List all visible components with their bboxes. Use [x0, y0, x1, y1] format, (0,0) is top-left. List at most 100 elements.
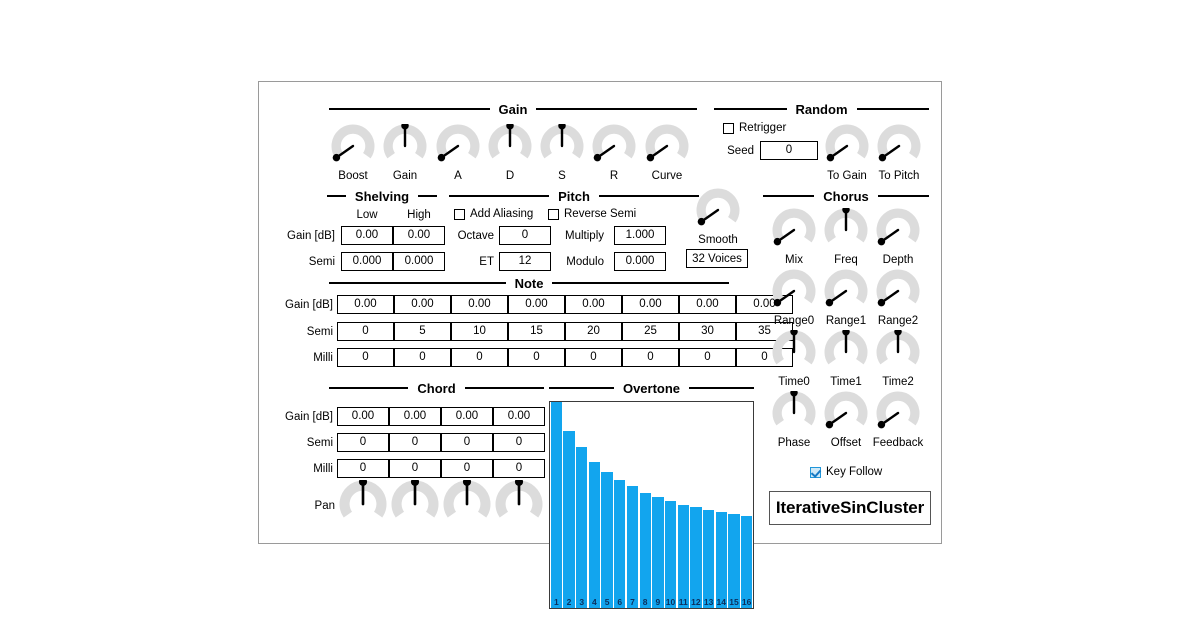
pitch-field-modulo[interactable]: 0.000 — [614, 252, 666, 271]
chord-field[interactable]: 0 — [441, 433, 493, 452]
chord-field[interactable]: 0.00 — [389, 407, 441, 426]
knob-dial-icon[interactable] — [331, 124, 375, 173]
voices-button[interactable]: 32 Voices — [686, 249, 748, 268]
overtone-bar-column[interactable]: 15 — [728, 402, 741, 608]
chord-field[interactable]: 0 — [493, 459, 545, 478]
knob-dial-icon[interactable] — [876, 269, 920, 318]
overtone-bar-column[interactable]: 12 — [690, 402, 703, 608]
chorus-knob-range2[interactable]: Range2 — [876, 269, 920, 331]
note-field[interactable]: 0.00 — [679, 295, 736, 314]
overtone-bar[interactable]: 13 — [702, 510, 715, 608]
chorus-knob-freq[interactable]: Freq — [824, 206, 868, 270]
overtone-bar-column[interactable]: 16 — [740, 402, 753, 608]
note-field[interactable]: 0.00 — [565, 295, 622, 314]
note-field[interactable]: 15 — [508, 322, 565, 341]
gain-knob-d[interactable]: D — [488, 122, 532, 186]
knob-dial-icon[interactable] — [391, 477, 439, 533]
note-field[interactable]: 0 — [451, 348, 508, 367]
chorus-knob-offset[interactable]: Offset — [824, 391, 868, 453]
knob-dial-icon[interactable] — [696, 188, 740, 237]
knob-dial-icon[interactable] — [436, 124, 480, 173]
overtone-bar[interactable]: 15 — [728, 514, 740, 608]
seed-input[interactable]: 0 — [760, 141, 818, 160]
note-field[interactable]: 30 — [679, 322, 736, 341]
note-field[interactable]: 0 — [337, 348, 394, 367]
knob-dial-icon[interactable] — [772, 208, 816, 257]
knob-dial-icon[interactable] — [824, 328, 868, 379]
chorus-knob-phase[interactable]: Phase — [772, 389, 816, 453]
shelving-field[interactable]: 0.000 — [393, 252, 445, 271]
chorus-knob-time2[interactable]: Time2 — [876, 328, 920, 392]
note-field[interactable]: 0.00 — [394, 295, 451, 314]
chord-field[interactable]: 0.00 — [337, 407, 389, 426]
overtone-bar[interactable]: 9 — [652, 496, 664, 608]
note-field[interactable]: 0 — [337, 322, 394, 341]
gain-knob-boost[interactable]: Boost — [331, 124, 375, 186]
overtone-bar[interactable]: 3 — [576, 447, 588, 608]
key-follow-checkbox-row[interactable]: Key Follow — [810, 466, 882, 478]
shelving-field[interactable]: 0.00 — [393, 226, 445, 245]
chord-field[interactable]: 0 — [337, 433, 389, 452]
chorus-knob-range1[interactable]: Range1 — [824, 269, 868, 331]
overtone-bar-column[interactable]: 1 — [550, 402, 563, 608]
overtone-bar-column[interactable]: 8 — [639, 402, 652, 608]
overtone-bar[interactable]: 2 — [563, 430, 575, 608]
add-aliasing-checkbox[interactable] — [454, 208, 465, 220]
gain-knob-gain[interactable]: Gain — [383, 122, 427, 186]
note-field[interactable]: 0.00 — [508, 295, 565, 314]
chord-field[interactable]: 0 — [389, 433, 441, 452]
knob-dial-icon[interactable] — [824, 391, 868, 440]
note-field[interactable]: 25 — [622, 322, 679, 341]
knob-dial-icon[interactable] — [876, 391, 920, 440]
chorus-knob-time1[interactable]: Time1 — [824, 328, 868, 392]
chord-field[interactable]: 0.00 — [493, 407, 545, 426]
gain-knob-a[interactable]: A — [436, 124, 480, 186]
gain-knob-r[interactable]: R — [592, 124, 636, 186]
chord-field[interactable]: 0 — [389, 459, 441, 478]
note-field[interactable]: 10 — [451, 322, 508, 341]
knob-dial-icon[interactable] — [877, 124, 921, 173]
note-field[interactable]: 0.00 — [337, 295, 394, 314]
overtone-bar[interactable]: 12 — [690, 507, 702, 608]
overtone-bar-column[interactable]: 13 — [702, 402, 715, 608]
add-aliasing-checkbox-row[interactable]: Add Aliasing — [454, 208, 533, 220]
knob-dial-icon[interactable] — [383, 122, 427, 173]
chorus-knob-mix[interactable]: Mix — [772, 208, 816, 270]
knob-dial-icon[interactable] — [488, 122, 532, 173]
chord-pan-knob-2[interactable] — [391, 477, 439, 546]
pitch-field-octave[interactable]: 0 — [499, 226, 551, 245]
overtone-bar[interactable]: 4 — [588, 461, 601, 608]
chorus-knob-time0[interactable]: Time0 — [772, 328, 816, 392]
overtone-bar[interactable]: 8 — [639, 492, 651, 608]
plugin-name-button[interactable]: IterativeSinCluster — [769, 491, 931, 525]
retrigger-checkbox-row[interactable]: Retrigger — [723, 122, 786, 134]
knob-dial-icon[interactable] — [876, 208, 920, 257]
overtone-bar-column[interactable]: 6 — [613, 402, 626, 608]
note-field[interactable]: 20 — [565, 322, 622, 341]
note-field[interactable]: 0 — [565, 348, 622, 367]
chorus-knob-depth[interactable]: Depth — [876, 208, 920, 270]
note-field[interactable]: 0.00 — [451, 295, 508, 314]
knob-dial-icon[interactable] — [495, 477, 543, 533]
knob-dial-icon[interactable] — [824, 206, 868, 257]
smooth-knob[interactable]: Smooth — [696, 188, 740, 250]
chorus-knob-feedback[interactable]: Feedback — [873, 391, 923, 453]
chord-field[interactable]: 0 — [493, 433, 545, 452]
overtone-bar[interactable]: 14 — [715, 512, 727, 608]
random-knob-to-gain[interactable]: To Gain — [825, 124, 869, 186]
chord-field[interactable]: 0 — [337, 459, 389, 478]
overtone-bar[interactable]: 1 — [550, 402, 562, 608]
knob-dial-icon[interactable] — [825, 124, 869, 173]
shelving-field[interactable]: 0.000 — [341, 252, 393, 271]
pitch-field-multiply[interactable]: 1.000 — [614, 226, 666, 245]
overtone-bar[interactable]: 6 — [614, 480, 626, 608]
knob-dial-icon[interactable] — [824, 269, 868, 318]
overtone-bar[interactable]: 16 — [741, 516, 753, 608]
shelving-field[interactable]: 0.00 — [341, 226, 393, 245]
overtone-bar-column[interactable]: 14 — [715, 402, 728, 608]
chord-field[interactable]: 0 — [441, 459, 493, 478]
knob-dial-icon[interactable] — [443, 477, 491, 533]
reverse-semi-checkbox[interactable] — [548, 208, 559, 220]
gain-knob-curve[interactable]: Curve — [645, 124, 689, 186]
overtone-bar[interactable]: 5 — [601, 472, 613, 608]
